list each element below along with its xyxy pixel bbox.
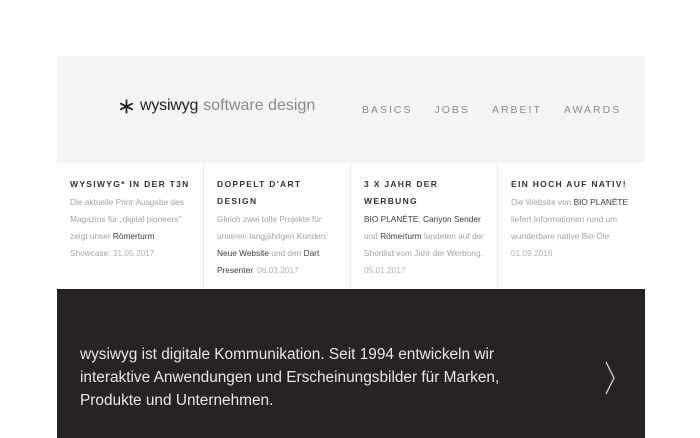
news-card-link[interactable]: Neue Website (217, 248, 269, 258)
news-card-text: und (364, 231, 381, 241)
nav-jobs[interactable]: JOBS (435, 104, 470, 116)
news-card-link[interactable]: BIO PLANÈTE (364, 214, 418, 224)
news-card-body: BIO PLANÈTE, Canyon Sender und Römerturm… (364, 211, 485, 279)
news-card: 3 x Jahr der Werbung BIO PLANÈTE, Canyon… (351, 161, 498, 289)
news-card-text: und den (268, 248, 304, 258)
news-card-body: Die aktuelle Print-Ausgabe des Magazins … (70, 194, 191, 262)
news-card-title: wysiwyg* in der t3n (70, 179, 190, 189)
news-card-text: liefert Informationen rund um wunderbare… (511, 214, 618, 241)
news-cards: wysiwyg* in der t3n Die aktuelle Print-A… (57, 161, 645, 289)
logo-tagline: software design (203, 97, 316, 114)
news-card-date: 31.05.2017 (112, 248, 155, 258)
intro-section: wysiwyg ist digitale Kommunikation. Seit… (57, 289, 645, 438)
nav-arbeit[interactable]: ARBEIT (492, 104, 542, 116)
news-card-link[interactable]: Römerturm (380, 231, 422, 241)
news-card-link[interactable]: Römerturm (113, 231, 155, 241)
news-card-title: Ein Hoch auf Nativ! (511, 179, 627, 189)
news-card-body: Gleich zwei tolle Projekte für unseren l… (217, 211, 338, 279)
news-card-text: Showcase. (70, 248, 113, 258)
asterisk-logo-icon (119, 99, 134, 113)
logo-name: wysiwyg (140, 97, 199, 114)
nav-awards[interactable]: AWARDS (564, 104, 621, 116)
news-card: wysiwyg* in der t3n Die aktuelle Print-A… (57, 161, 204, 289)
chevron-right-icon[interactable] (604, 361, 616, 395)
news-card-date: 01.09.2016 (511, 248, 553, 258)
page-frame: wysiwyg software design BASICS JOBS ARBE… (57, 56, 645, 438)
news-card-link[interactable]: Canyon Sender (423, 214, 481, 224)
nav-basics[interactable]: BASICS (362, 104, 413, 116)
news-card-text: Gleich zwei tolle Projekte für unseren l… (217, 214, 328, 241)
news-card: Ein Hoch auf Nativ! Die Website von BIO … (498, 161, 645, 289)
news-card-text: Die Website von (511, 197, 574, 207)
intro-text: wysiwyg ist digitale Kommunikation. Seit… (80, 346, 500, 409)
news-card: Doppelt d'Art Design Gleich zwei tolle P… (204, 161, 351, 289)
news-card-date: 05.01.2017 (364, 265, 406, 275)
news-card-link[interactable]: BIO PLANÈTE (574, 197, 628, 207)
site-header: wysiwyg software design BASICS JOBS ARBE… (57, 56, 645, 161)
news-card-body: Die Website von BIO PLANÈTE liefert Info… (511, 194, 633, 262)
news-card-title: Doppelt d'Art Design (217, 179, 302, 206)
news-card-title: 3 x Jahr der Werbung (364, 179, 439, 206)
main-nav: BASICS JOBS ARBEIT AWARDS (362, 104, 643, 116)
news-card-date: 06.03.2017 (257, 265, 299, 275)
logo[interactable]: wysiwyg software design (119, 97, 315, 115)
